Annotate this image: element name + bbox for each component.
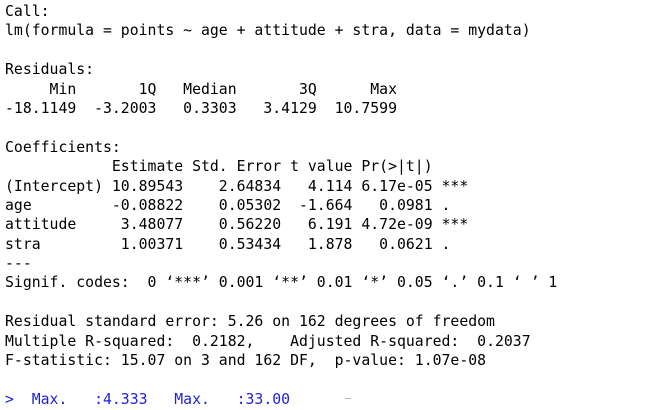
r-squared-line: Multiple R-squared: 0.2182, Adjusted R-s…	[5, 332, 540, 350]
text-cursor	[345, 398, 351, 399]
r-console-output: Call: lm(formula = points ~ age + attitu…	[0, 0, 648, 410]
residuals-labels: Min 1Q Median 3Q Max	[5, 80, 406, 98]
signif-codes: Signif. codes: 0 ‘***’ 0.001 ‘**’ 0.01 ‘…	[5, 274, 558, 292]
coef-row-intercept: (Intercept) 10.89543 2.64834 4.114 6.17e…	[5, 177, 469, 195]
residuals-header: Residuals:	[5, 61, 95, 79]
coef-row-attitude: attitude 3.48077 0.56220 6.191 4.72e-09 …	[5, 216, 469, 234]
coefficients-columns: Estimate Std. Error t value Pr(>|t|)	[5, 158, 469, 176]
f-statistic-line: F-statistic: 15.07 on 3 and 162 DF, p-va…	[5, 352, 487, 370]
residual-standard-error: Residual standard error: 5.26 on 162 deg…	[5, 313, 495, 331]
coefficients-header: Coefficients:	[5, 138, 121, 156]
call-formula: lm(formula = points ~ age + attitude + s…	[5, 22, 531, 40]
separator-line: ---	[5, 255, 32, 273]
call-header: Call:	[5, 3, 50, 20]
coef-row-age: age -0.08822 0.05302 -1.664 0.0981 .	[5, 196, 469, 214]
coef-row-stra: stra 1.00371 0.53434 1.878 0.0621 .	[5, 235, 469, 253]
console-prompt-line[interactable]: > Max. :4.333 Max. :33.00	[5, 390, 648, 409]
residuals-values: -18.1149 -3.2003 0.3303 3.4129 10.7599	[5, 99, 406, 117]
